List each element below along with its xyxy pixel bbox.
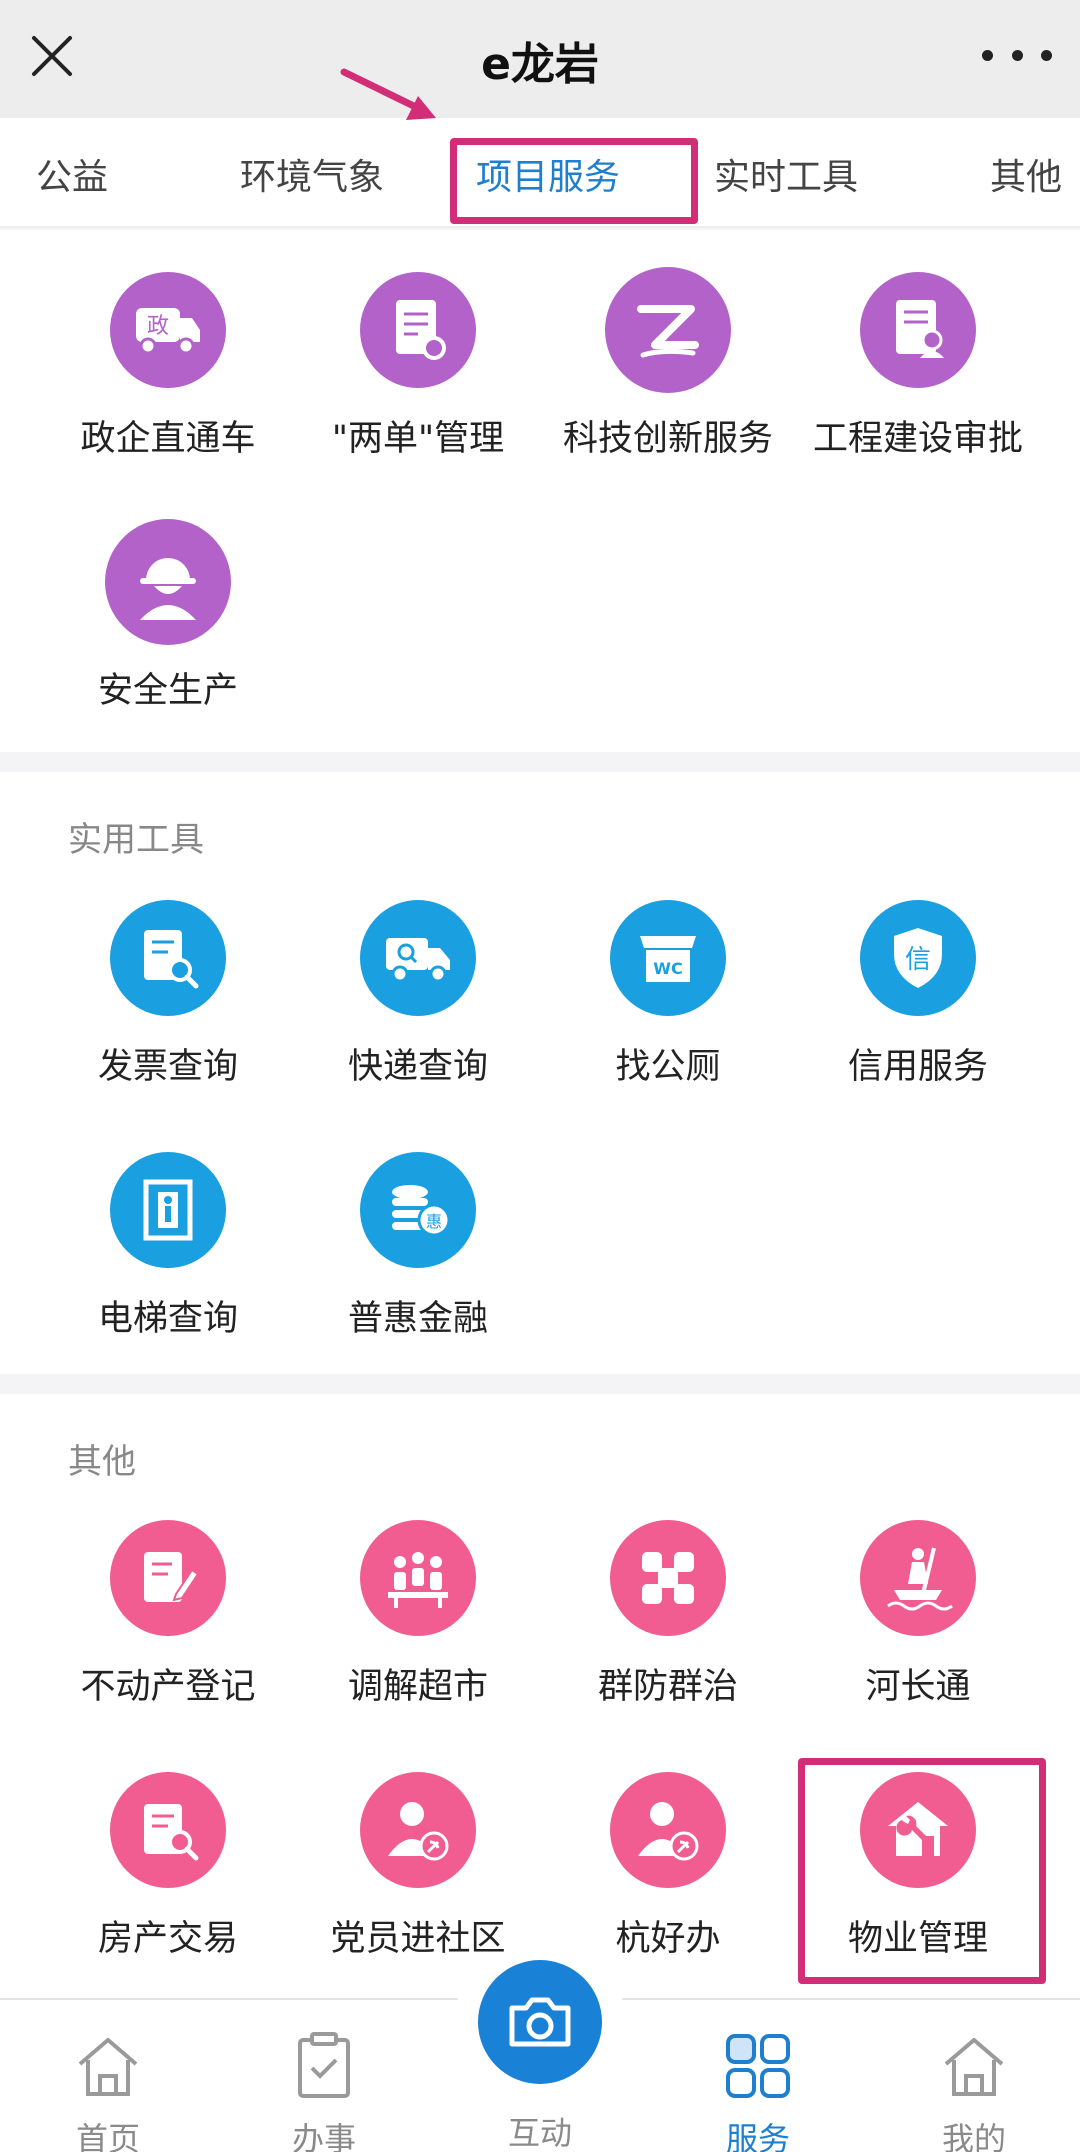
other-party-member-community[interactable]: 党员进社区 — [293, 1772, 543, 1961]
service-label: "两单"管理 — [331, 419, 505, 459]
meeting-people-icon — [360, 1520, 476, 1636]
close-icon — [32, 36, 72, 76]
nav-label: 服务 — [725, 2120, 790, 2152]
other-property-transaction[interactable]: 房产交易 — [43, 1772, 293, 1961]
interact-camera-button[interactable] — [478, 1960, 602, 2084]
other-label: 群防群治 — [597, 1667, 738, 1707]
other-label: 河长通 — [865, 1667, 971, 1707]
house-document-search-icon — [110, 1772, 226, 1888]
tool-label: 找公厕 — [615, 1047, 721, 1087]
approval-document-icon — [860, 272, 976, 388]
tool-label: 快递查询 — [347, 1047, 488, 1087]
svg-text:惠: 惠 — [426, 1212, 442, 1231]
property-management-highlight-box — [798, 1758, 1046, 1984]
app-title: e龙岩 — [481, 39, 599, 90]
tool-express-query[interactable]: 快递查询 — [293, 900, 543, 1089]
other-mediation-market[interactable]: 调解超市 — [293, 1520, 543, 1709]
other-label: 房产交易 — [97, 1919, 238, 1959]
nav-home[interactable]: 首页 — [38, 2030, 178, 2152]
other-river-chief[interactable]: 河长通 — [793, 1520, 1043, 1709]
party-member-icon — [610, 1772, 726, 1888]
government-truck-icon: 政 — [110, 272, 226, 388]
river-patrol-icon — [860, 1520, 976, 1636]
other-label: 杭好办 — [615, 1919, 721, 1959]
grid-icon — [688, 2030, 828, 2102]
tool-label: 电梯查询 — [97, 1299, 238, 1339]
elevator-icon — [110, 1152, 226, 1268]
clipboard-check-icon — [254, 2030, 394, 2102]
credit-shield-icon: 信 — [860, 900, 976, 1016]
camera-icon — [509, 1997, 571, 2047]
tool-label: 信用服务 — [847, 1047, 988, 1087]
service-label: 政企直通车 — [80, 419, 256, 459]
tool-label: 普惠金融 — [347, 1299, 488, 1339]
svg-text:政: 政 — [147, 314, 169, 339]
home-outline-icon — [904, 2030, 1044, 2102]
delivery-truck-icon — [360, 900, 476, 1016]
more-dot-icon — [1041, 49, 1052, 61]
tool-label: 发票查询 — [97, 1047, 238, 1087]
tool-find-public-toilet[interactable]: WC 找公厕 — [543, 900, 793, 1089]
service-construction-approval[interactable]: 工程建设审批 — [793, 272, 1043, 461]
party-member-icon — [360, 1772, 476, 1888]
tool-invoice-query[interactable]: 发票查询 — [43, 900, 293, 1089]
other-group-prevention[interactable]: 群防群治 — [543, 1520, 793, 1709]
more-options-button[interactable] — [982, 40, 1052, 70]
other-label: 调解超市 — [347, 1667, 488, 1707]
tab-environment-weather[interactable]: 环境气象 — [240, 148, 384, 200]
service-two-lists-management[interactable]: "两单"管理 — [293, 272, 543, 461]
nav-label: 办事 — [291, 2120, 356, 2152]
cross-blocks-icon — [610, 1520, 726, 1636]
svg-text:WC: WC — [653, 959, 682, 978]
nav-services[interactable]: 服务 — [688, 2030, 828, 2152]
practical-tools-section: 实用工具 发票查询 快递查询 WC 找公厕 信 信用服务 电梯查询 惠 普惠金融 — [0, 772, 1080, 1374]
tech-logo-icon — [605, 267, 731, 393]
arrow-icon — [340, 68, 436, 120]
other-hang-hao-ban[interactable]: 杭好办 — [543, 1772, 793, 1961]
service-label: 科技创新服务 — [562, 419, 773, 459]
other-label: 不动产登记 — [80, 1667, 256, 1707]
close-button[interactable] — [22, 26, 82, 86]
service-label: 工程建设审批 — [812, 419, 1023, 459]
service-tech-innovation[interactable]: 科技创新服务 — [543, 267, 793, 461]
other-real-estate-registration[interactable]: 不动产登记 — [43, 1520, 293, 1709]
title-bar: e龙岩 — [0, 0, 1080, 118]
other-label: 党员进社区 — [330, 1919, 506, 1959]
nav-mine[interactable]: 我的 — [904, 2030, 1044, 2152]
worker-helmet-icon — [105, 519, 231, 645]
nav-label: 我的 — [941, 2120, 1006, 2152]
tool-credit-service[interactable]: 信 信用服务 — [793, 900, 1043, 1089]
coin-stack-icon: 惠 — [360, 1152, 476, 1268]
section-title: 实用工具 — [68, 820, 204, 860]
service-label: 安全生产 — [97, 671, 238, 711]
tab-others[interactable]: 其他 — [990, 148, 1062, 200]
tab-highlight-box — [450, 138, 698, 224]
invoice-search-icon — [110, 900, 226, 1016]
service-gov-enterprise-express[interactable]: 政 政企直通车 — [43, 272, 293, 461]
document-gear-icon — [360, 272, 476, 388]
home-icon — [38, 2030, 178, 2102]
tool-inclusive-finance[interactable]: 惠 普惠金融 — [293, 1152, 543, 1341]
tool-elevator-query[interactable]: 电梯查询 — [43, 1152, 293, 1341]
svg-text:信: 信 — [905, 945, 931, 975]
interact-label: 互动 — [507, 2114, 572, 2152]
wc-store-icon: WC — [610, 900, 726, 1016]
more-dot-icon — [1011, 49, 1023, 61]
notebook-pen-icon — [110, 1520, 226, 1636]
section-title: 其他 — [68, 1442, 136, 1482]
service-safety-production[interactable]: 安全生产 — [43, 519, 293, 713]
more-dot-icon — [982, 49, 993, 61]
nav-label: 首页 — [75, 2120, 140, 2152]
project-services-section: 政 政企直通车 "两单"管理 科技创新服务 工程建设审批 安全生产 — [0, 230, 1080, 752]
tab-public-welfare[interactable]: 公益 — [36, 148, 108, 200]
tab-realtime-tools[interactable]: 实时工具 — [714, 148, 858, 200]
nav-affairs[interactable]: 办事 — [254, 2030, 394, 2152]
